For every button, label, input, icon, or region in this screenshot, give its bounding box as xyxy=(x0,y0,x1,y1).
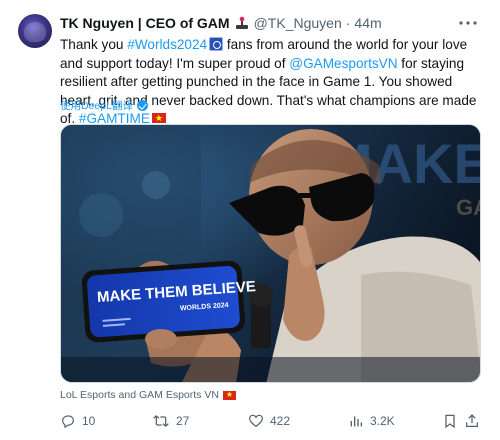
views-button[interactable]: 3.2K xyxy=(348,410,395,432)
bookmark-button[interactable] xyxy=(442,410,458,432)
reply-icon xyxy=(60,413,76,429)
tweet-media-image[interactable]: MAKE T GA MA xyxy=(60,124,481,383)
tweet-timestamp[interactable]: 44m xyxy=(354,15,381,31)
more-dots-icon[interactable] xyxy=(458,14,478,32)
vietnam-flag-icon xyxy=(222,387,236,403)
like-count: 422 xyxy=(270,414,291,428)
mention-gamesportsvn[interactable]: @GAMesportsVN xyxy=(289,56,397,71)
text-segment: Thank you xyxy=(60,37,128,52)
worlds-trophy-icon xyxy=(209,37,224,51)
retweet-icon xyxy=(152,413,170,429)
joystick-badge-icon xyxy=(234,16,250,30)
heart-icon xyxy=(248,413,264,429)
bookmark-icon xyxy=(442,413,458,429)
views-chart-icon xyxy=(348,413,364,429)
author-name[interactable]: TK Nguyen | CEO of GAM xyxy=(60,15,230,31)
translate-label: 使用DeepL翻译 xyxy=(60,100,133,112)
tweet-action-bar: 10 27 422 3.2K xyxy=(60,410,480,432)
retweet-count: 27 xyxy=(176,414,190,428)
hashtag-worlds2024[interactable]: #Worlds2024 xyxy=(127,37,207,52)
time-separator: · xyxy=(345,15,351,31)
translate-link[interactable]: 使用DeepL翻译 xyxy=(60,98,148,113)
like-button[interactable]: 422 xyxy=(248,410,290,432)
share-icon xyxy=(464,413,480,429)
tweet-header: TK Nguyen | CEO of GAM @TK_Nguyen · 44m xyxy=(60,14,382,32)
tweet-text: Thank you #Worlds2024 fans from around t… xyxy=(60,36,480,129)
reply-button[interactable]: 10 xyxy=(60,410,95,432)
media-photo: MAKE T GA MA xyxy=(61,125,481,382)
vietnam-flag-icon xyxy=(151,110,166,126)
media-caption[interactable]: LoL Esports and GAM Esports VN xyxy=(60,387,236,403)
jersey-logo-text: GA xyxy=(456,195,481,220)
retweet-button[interactable]: 27 xyxy=(152,410,189,432)
author-handle[interactable]: @TK_Nguyen xyxy=(254,15,342,31)
view-count: 3.2K xyxy=(370,414,395,428)
author-avatar[interactable] xyxy=(18,14,52,48)
translate-check-icon xyxy=(136,100,148,111)
share-button[interactable] xyxy=(464,410,480,432)
reply-count: 10 xyxy=(82,414,96,428)
media-caption-text: LoL Esports and GAM Esports VN xyxy=(60,389,219,401)
